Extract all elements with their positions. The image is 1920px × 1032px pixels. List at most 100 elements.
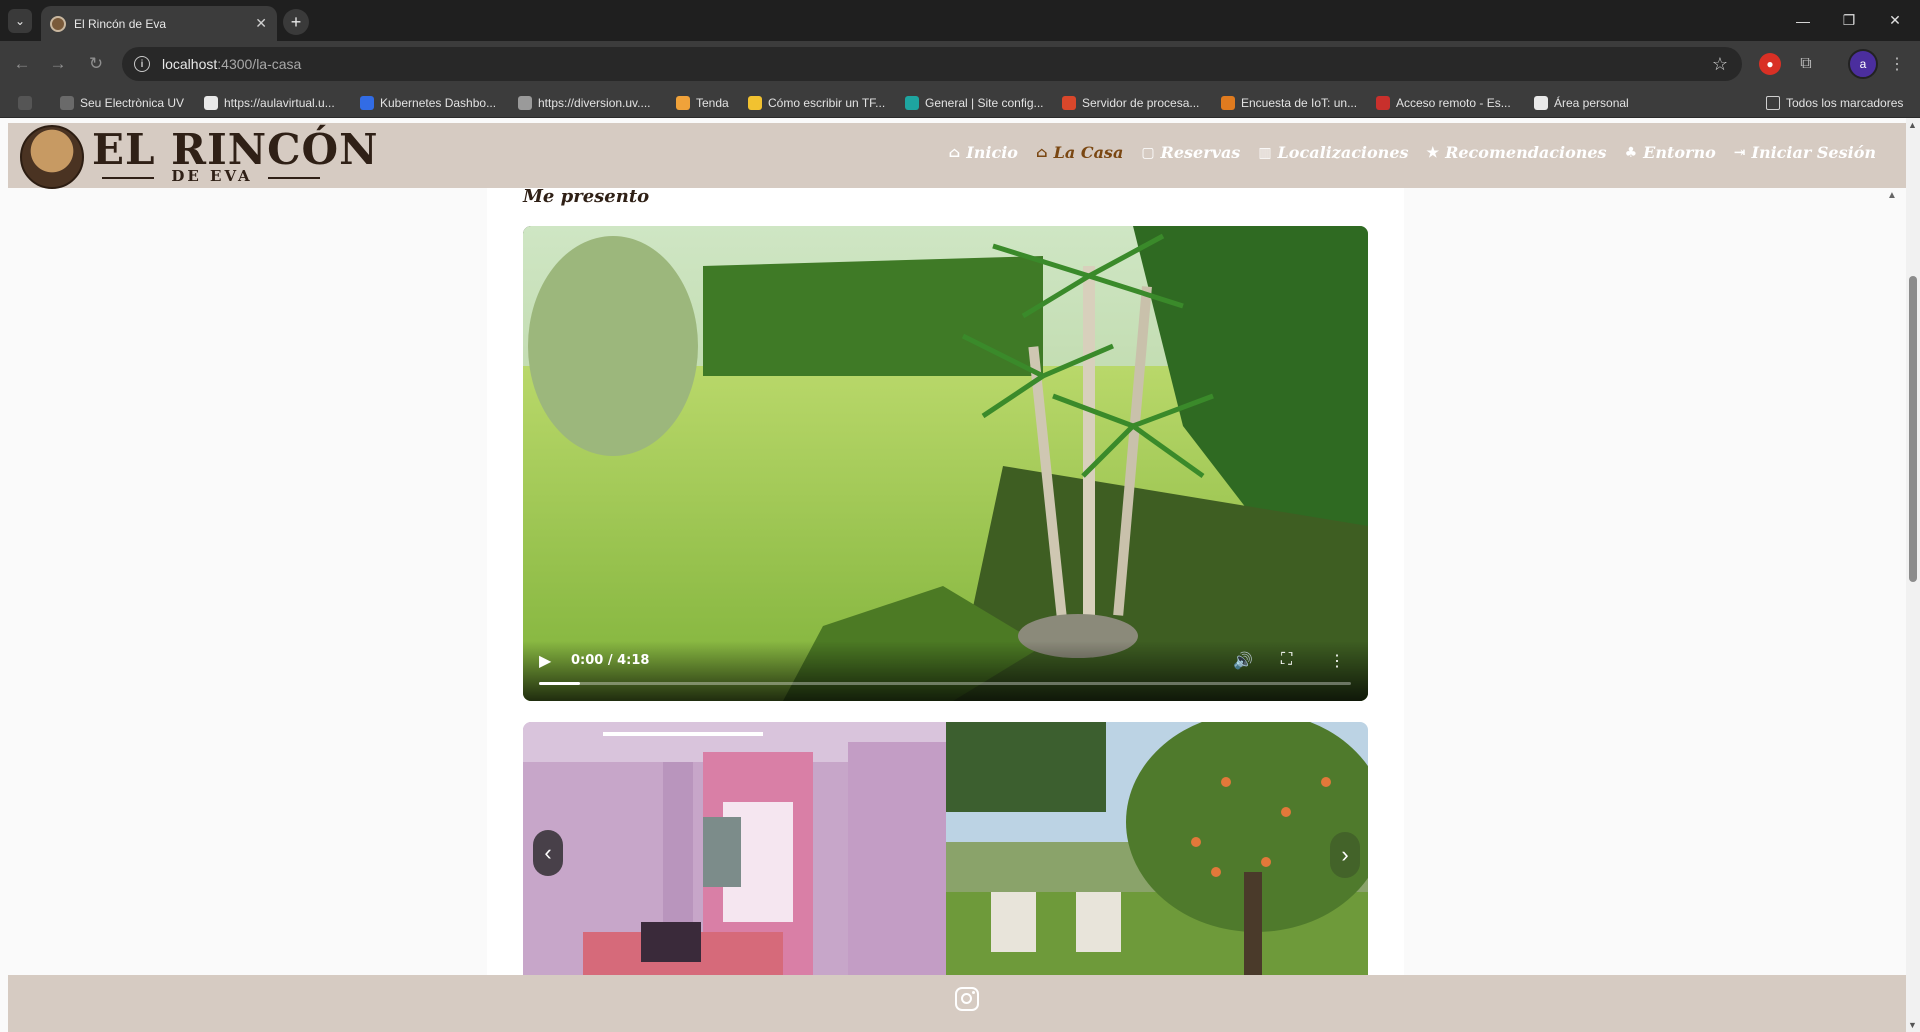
carousel-next-button[interactable]: › xyxy=(1330,832,1360,878)
restore-icon[interactable]: ❐ xyxy=(1826,0,1872,41)
bookmark-label: Tenda xyxy=(696,96,729,110)
bookmark-item[interactable]: Encuesta de IoT: un... xyxy=(1221,94,1357,112)
section-title: Me presento xyxy=(523,186,650,207)
url-host: localhost xyxy=(162,56,218,72)
all-bookmarks[interactable]: Todos los marcadores xyxy=(1766,94,1903,112)
forward-icon[interactable]: → xyxy=(46,52,70,76)
bookmark-item[interactable]: Área personal xyxy=(1534,94,1629,112)
bookmark-item[interactable]: General | Site config... xyxy=(905,94,1044,112)
nav-item-label: Inicio xyxy=(966,143,1018,162)
video-progress-bar[interactable] xyxy=(539,682,1351,685)
play-icon[interactable]: ▶ xyxy=(539,651,551,671)
bookmark-item[interactable]: Acceso remoto - Es... xyxy=(1376,94,1511,112)
bookmark-favicon-icon xyxy=(1062,96,1076,110)
url-path: :4300/la-casa xyxy=(217,56,302,72)
bookmark-star-icon[interactable]: ☆ xyxy=(1712,54,1728,75)
garden-photo xyxy=(946,722,1368,992)
bookmark-item[interactable]: Kubernetes Dashbo... xyxy=(360,94,496,112)
page-scrollbar[interactable]: ▲ ▼ xyxy=(1906,118,1920,1032)
tab-favicon-icon xyxy=(50,15,66,32)
bookmark-label: Encuesta de IoT: un... xyxy=(1241,96,1358,110)
bookmark-label: General | Site config... xyxy=(925,96,1044,110)
bookmark-favicon-icon xyxy=(1534,96,1548,110)
close-window-icon[interactable]: ✕ xyxy=(1872,0,1918,41)
all-bookmarks-label: Todos los marcadores xyxy=(1786,96,1904,110)
profile-avatar[interactable]: a xyxy=(1848,49,1878,79)
logo-divider-right xyxy=(268,177,320,179)
url-text[interactable]: localhost:4300/la-casa xyxy=(162,56,1712,72)
nav-item-label: Iniciar Sesión xyxy=(1751,143,1876,162)
bookmark-favicon-icon xyxy=(204,96,218,110)
video-frame xyxy=(523,226,1368,701)
bookmarks-bar: Seu Electrònica UV https://aulavirtual.u.… xyxy=(0,87,1920,118)
folder-icon xyxy=(1766,96,1780,110)
map-icon: ▥ xyxy=(1258,144,1272,161)
site-footer xyxy=(8,975,1906,1032)
new-tab-button[interactable]: + xyxy=(283,9,309,35)
bookmark-favicon-icon xyxy=(905,96,919,110)
bookmark-favicon-icon xyxy=(748,96,762,110)
fullscreen-icon[interactable]: ⛶ xyxy=(1281,651,1292,669)
nav-item-label: La Casa xyxy=(1053,143,1124,162)
nav-item-recomendaciones[interactable]: ★ Recomendaciones xyxy=(1427,143,1607,162)
bookmark-label: https://diversion.uv.... xyxy=(538,96,651,110)
bookmark-item[interactable]: Cómo escribir un TF... xyxy=(748,94,885,112)
tab-search-icon[interactable]: ⌄ xyxy=(8,9,32,33)
nav-item-label: Entorno xyxy=(1643,143,1716,162)
nav-item-iniciar-sesión[interactable]: ⇥ Iniciar Sesión xyxy=(1734,143,1876,162)
tab-title: El Rincón de Eva xyxy=(74,16,167,31)
bookmark-label: Área personal xyxy=(1554,96,1629,110)
bedroom-photo xyxy=(523,722,946,992)
photo-carousel[interactable]: ‹ › xyxy=(523,722,1368,992)
bookmark-favicon-icon xyxy=(676,96,690,110)
scroll-down-icon[interactable]: ▼ xyxy=(1908,1020,1917,1030)
page-viewport: Me presento ▶ 0:00 / 4:18 🔊 ⛶ ⋮ ‹ › EL R… xyxy=(0,118,1920,1032)
bookmark-favicon-icon xyxy=(1221,96,1235,110)
nav-item-reservas[interactable]: ▢ Reservas xyxy=(1141,143,1240,162)
scrollbar-thumb[interactable] xyxy=(1909,276,1917,582)
bookmark-item[interactable]: Tenda xyxy=(676,94,729,112)
video-player[interactable]: ▶ 0:00 / 4:18 🔊 ⛶ ⋮ xyxy=(523,226,1368,701)
minimize-icon[interactable]: — xyxy=(1780,0,1826,41)
address-bar[interactable]: i localhost:4300/la-casa ☆ xyxy=(122,47,1742,81)
extensions-puzzle-icon[interactable]: ⧉ xyxy=(1795,53,1817,75)
volume-icon[interactable]: 🔊 xyxy=(1233,651,1253,671)
carousel-prev-button[interactable]: ‹ xyxy=(533,830,563,876)
house-icon: ⌂ xyxy=(1035,144,1048,161)
extension-icon[interactable]: ● xyxy=(1759,53,1781,75)
bookmark-label: Seu Electrònica UV xyxy=(80,96,185,110)
site-info-icon[interactable]: i xyxy=(134,56,150,72)
nav-item-label: Recomendaciones xyxy=(1445,143,1607,162)
tab-close-icon[interactable]: ✕ xyxy=(255,15,267,32)
reload-icon[interactable]: ↻ xyxy=(84,52,108,76)
scroll-up-icon[interactable]: ▲ xyxy=(1908,120,1917,130)
bookmark-label: Kubernetes Dashbo... xyxy=(380,96,497,110)
bookmark-item[interactable]: https://aulavirtual.u... xyxy=(204,94,335,112)
login-icon: ⇥ xyxy=(1733,144,1746,161)
apps-grid-icon[interactable] xyxy=(18,94,38,112)
logo-house-icon[interactable] xyxy=(20,125,84,189)
bookmark-item[interactable]: Seu Electrònica UV xyxy=(60,94,184,112)
bookmark-label: Servidor de procesa... xyxy=(1082,96,1200,110)
bookmark-label: Acceso remoto - Es... xyxy=(1396,96,1511,110)
nav-item-localizaciones[interactable]: ▥ Localizaciones xyxy=(1258,143,1408,162)
bookmark-label: Cómo escribir un TF... xyxy=(768,96,886,110)
bookmark-item[interactable]: https://diversion.uv.... xyxy=(518,94,651,112)
nav-item-inicio[interactable]: ⌂ Inicio xyxy=(949,143,1018,162)
bookmark-favicon-icon xyxy=(518,96,532,110)
video-controls: ▶ 0:00 / 4:18 🔊 ⛶ ⋮ xyxy=(523,641,1368,701)
bookmark-item[interactable]: Servidor de procesa... xyxy=(1062,94,1199,112)
browser-tab[interactable]: El Rincón de Eva ✕ xyxy=(41,6,277,41)
home-icon: ⌂ xyxy=(948,144,961,161)
browser-tabstrip: ⌄ El Rincón de Eva ✕ + — ❐ ✕ xyxy=(0,0,1920,41)
inner-scroll-up-icon[interactable]: ▲ xyxy=(1887,190,1897,201)
browser-menu-icon[interactable]: ⋮ xyxy=(1886,53,1908,75)
nav-item-label: Localizaciones xyxy=(1277,143,1409,162)
bookmark-favicon-icon xyxy=(360,96,374,110)
more-options-icon[interactable]: ⋮ xyxy=(1329,651,1345,671)
nav-item-entorno[interactable]: ♣ Entorno xyxy=(1625,143,1716,162)
back-icon[interactable]: ← xyxy=(10,52,34,76)
instagram-icon[interactable] xyxy=(955,987,979,1011)
bell-icon: ♣ xyxy=(1624,144,1638,161)
nav-item-la-casa[interactable]: ⌂ La Casa xyxy=(1036,143,1123,162)
